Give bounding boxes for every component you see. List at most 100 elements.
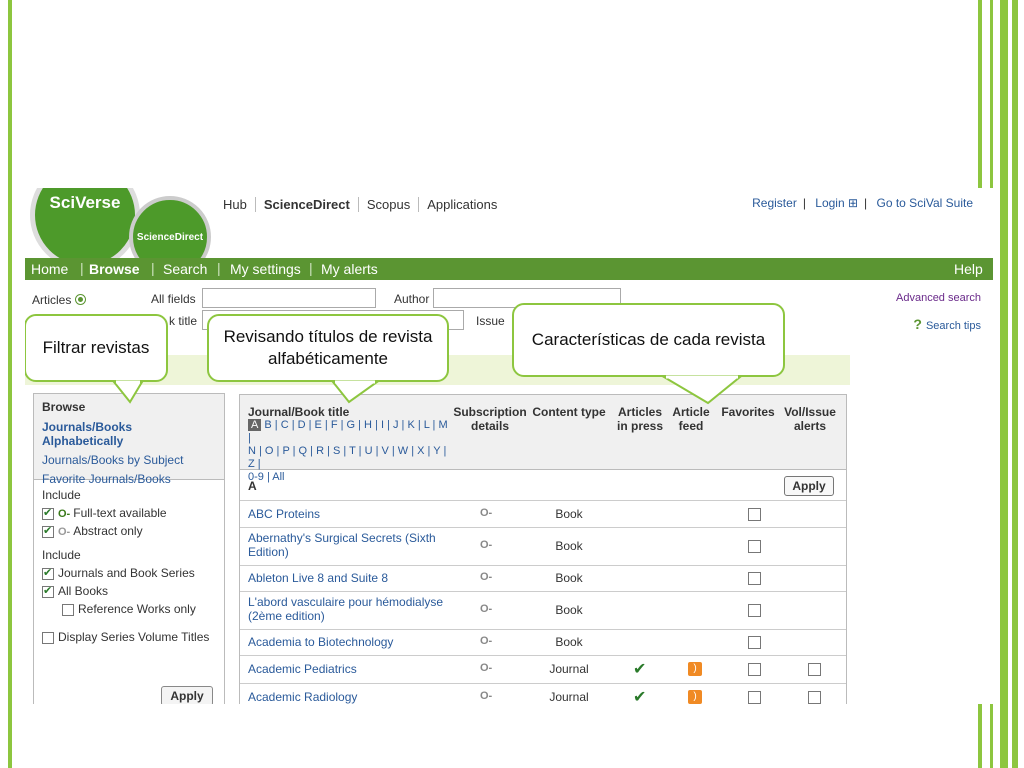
separator: | — [802, 196, 806, 210]
articles-radio[interactable] — [75, 294, 87, 305]
menu-home[interactable]: Home — [31, 261, 68, 277]
table-row: Ableton Live 8 and Suite 8 O‑ Book — [240, 565, 846, 592]
browse-panel-header: Browse Journals/Books Alphabetically Jou… — [34, 394, 224, 486]
separator: | — [864, 196, 868, 210]
articles-in-press-check-icon[interactable]: ✔ — [633, 687, 646, 704]
author-label: Author — [394, 292, 430, 306]
journals-table: Journal/Book title A B | C | D | E | F |… — [239, 394, 847, 704]
filter-series[interactable]: Journals and Book Series — [42, 566, 216, 580]
nav-applications[interactable]: Applications — [419, 197, 505, 212]
articles-label: Articles — [32, 293, 87, 307]
nav-hub[interactable]: Hub — [215, 197, 256, 212]
allfields-label: All fields — [151, 292, 196, 306]
advanced-search-link[interactable]: Advanced search — [896, 292, 981, 304]
favorite-checkbox[interactable] — [748, 604, 761, 617]
top-navigation: Hub ScienceDirect Scopus Applications — [215, 197, 505, 212]
browse-subject-link[interactable]: Journals/Books by Subject — [42, 453, 216, 467]
journal-title-link[interactable]: Academic Radiology — [248, 690, 453, 704]
rss-feed-icon[interactable]: ) — [688, 662, 702, 676]
journal-title-link[interactable]: Ableton Live 8 and Suite 8 — [248, 571, 453, 585]
filter-allbooks[interactable]: All Books — [42, 584, 216, 598]
table-apply-button[interactable]: Apply — [784, 476, 834, 496]
include-label: Include — [42, 488, 81, 502]
reference-label: Reference Works only — [78, 602, 196, 616]
booktitle-label: k title — [169, 314, 198, 328]
slide-frame-right — [1000, 0, 1008, 768]
subscription-key-icon: O‑ — [480, 662, 493, 674]
journal-title-link[interactable]: ABC Proteins — [248, 507, 453, 521]
alert-checkbox[interactable] — [808, 663, 821, 676]
alpha-letters-1[interactable]: B | C | D | E | F | G | H | I | J | K | … — [248, 419, 448, 444]
separator: | — [80, 260, 84, 276]
reference-checkbox[interactable] — [62, 603, 74, 616]
favorite-checkbox[interactable] — [748, 691, 761, 704]
login-link[interactable]: Login ⊞ — [809, 196, 864, 210]
quick-search: Articles All fields Author k title Issue… — [25, 280, 993, 338]
rss-feed-icon[interactable]: ) — [688, 690, 702, 704]
subscription-key-icon: O‑ — [480, 507, 493, 519]
subscription-key-icon: O‑ — [480, 603, 493, 615]
browse-filters: Include O‑Full-text available O‑Abstract… — [34, 480, 224, 656]
favorite-checkbox[interactable] — [748, 636, 761, 649]
logo-text: SciVerse — [49, 193, 121, 212]
favorite-checkbox[interactable] — [748, 572, 761, 585]
table-row: Abernathy's Surgical Secrets (Sixth Edit… — [240, 527, 846, 566]
alpha-letters-2[interactable]: N | O | P | Q | R | S | T | U | V | W | … — [248, 445, 446, 470]
journal-title-link[interactable]: Academic Pediatrics — [248, 662, 453, 676]
journal-title-link[interactable]: L'abord vasculaire pour hémodialyse (2èm… — [248, 595, 453, 623]
content-type: Journal — [549, 690, 589, 704]
callout-filter: Filtrar revistas — [25, 314, 168, 404]
scival-link[interactable]: Go to SciVal Suite — [871, 196, 980, 210]
register-link[interactable]: Register — [746, 196, 803, 210]
menu-settings[interactable]: My settings — [230, 261, 301, 277]
col-articles-in-press: Articles in press — [616, 405, 664, 433]
alert-checkbox[interactable] — [808, 691, 821, 704]
key-icon: O‑ — [58, 526, 71, 538]
menu-browse[interactable]: Browse — [89, 261, 140, 277]
menu-search[interactable]: Search — [163, 261, 207, 277]
menu-help[interactable]: Help — [954, 261, 983, 277]
table-row: Academic Radiology O‑ Journal ✔) — [240, 683, 846, 704]
articles-in-press-check-icon[interactable]: ✔ — [633, 659, 646, 679]
favorite-checkbox[interactable] — [748, 540, 761, 553]
content-type: Book — [555, 635, 583, 649]
callout-features: Características de cada revista — [512, 303, 785, 405]
allbooks-checkbox[interactable] — [42, 584, 54, 598]
sciencedirect-screenshot: SciVerse ScienceDirect Hub ScienceDirect S… — [25, 188, 993, 704]
display-series-checkbox[interactable] — [42, 631, 54, 644]
filter-reference[interactable]: Reference Works only — [62, 602, 216, 616]
issue-label: Issue — [476, 314, 505, 328]
menu-alerts[interactable]: My alerts — [321, 261, 378, 277]
journal-title-link[interactable]: Academia to Biotechnology — [248, 635, 453, 649]
fulltext-checkbox[interactable] — [42, 506, 54, 520]
series-checkbox[interactable] — [42, 566, 54, 580]
section-letter: A — [248, 479, 257, 493]
logo-sub-text: ScienceDirect — [136, 232, 204, 243]
content-type: Book — [555, 571, 583, 585]
abstract-checkbox[interactable] — [42, 524, 54, 538]
table-row: L'abord vasculaire pour hémodialyse (2èm… — [240, 591, 846, 630]
favorite-checkbox[interactable] — [748, 663, 761, 676]
slide-frame-right — [1012, 0, 1018, 768]
col-article-feed: Article feed — [672, 405, 710, 433]
callout-alpha: Revisando títulos de revista alfabéticam… — [207, 314, 449, 404]
content-type: Journal — [549, 662, 589, 676]
browse-alpha-link[interactable]: Journals/Books Alphabetically — [42, 420, 216, 448]
subscription-key-icon: O‑ — [480, 571, 493, 583]
filter-abstract[interactable]: O‑Abstract only — [42, 524, 216, 538]
fulltext-label: Full-text available — [73, 506, 167, 520]
filters-apply-button[interactable]: Apply — [161, 686, 213, 704]
journal-title-link[interactable]: Abernathy's Surgical Secrets (Sixth Edit… — [248, 531, 453, 559]
nav-scopus[interactable]: Scopus — [358, 197, 420, 212]
favorite-checkbox[interactable] — [748, 508, 761, 521]
col-title[interactable]: Journal/Book title — [248, 405, 349, 419]
content-type: Book — [555, 539, 583, 553]
search-tips-link[interactable]: ? Search tips — [913, 316, 981, 332]
alpha-current[interactable]: A — [248, 419, 262, 431]
filter-display-series[interactable]: Display Series Volume Titles — [42, 630, 216, 644]
nav-sciencedirect[interactable]: ScienceDirect — [255, 197, 359, 212]
allfields-input[interactable] — [202, 288, 376, 308]
abstract-label: Abstract only — [73, 524, 143, 538]
key-icon: O‑ — [58, 508, 71, 520]
filter-fulltext[interactable]: O‑Full-text available — [42, 506, 216, 520]
